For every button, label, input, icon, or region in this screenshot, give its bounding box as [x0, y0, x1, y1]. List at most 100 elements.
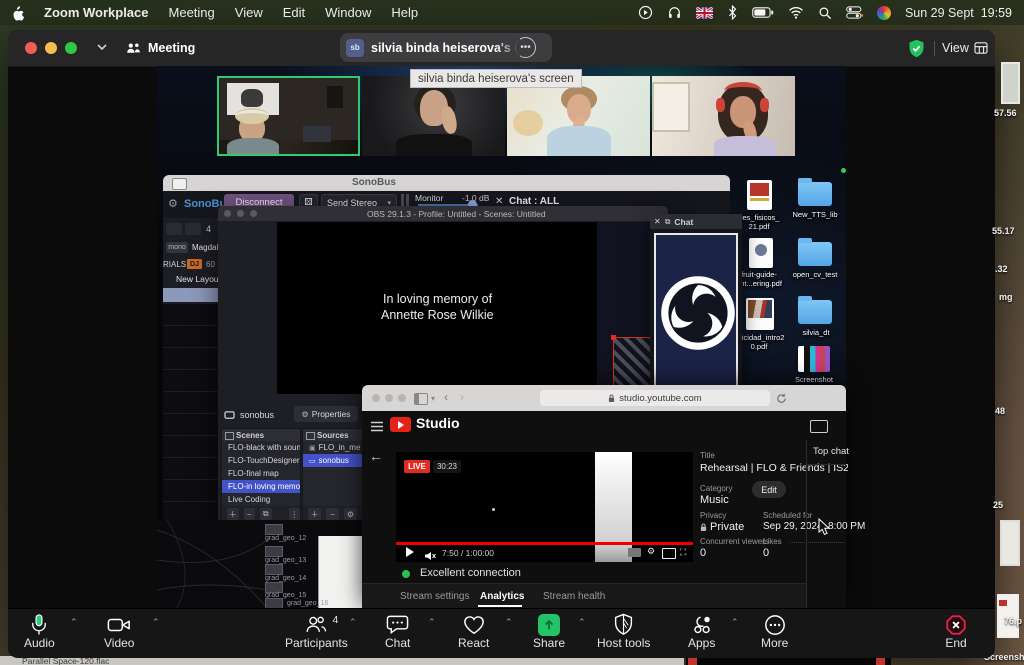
scene-item-selected[interactable]: FLO-in loving memory	[222, 480, 300, 493]
waveform-list[interactable]	[163, 304, 218, 520]
menubar-clock[interactable]: Sun 29 Sept 19:59	[905, 6, 1012, 20]
scene-item[interactable]: FLO-final map	[222, 467, 300, 480]
forward-icon[interactable]: ›	[460, 390, 464, 404]
zoom-window-button[interactable]	[250, 210, 257, 217]
menu-window[interactable]: Window	[315, 5, 381, 20]
reload-icon[interactable]	[776, 391, 787, 409]
pdf-file-icon[interactable]	[749, 238, 773, 268]
host-tools-button[interactable]: Host tools	[597, 612, 650, 650]
pdf-file-icon[interactable]	[746, 298, 774, 330]
minimize-window-button[interactable]	[385, 394, 393, 402]
zoom-window-button[interactable]	[398, 394, 406, 402]
participant-video-3[interactable]	[507, 76, 650, 156]
apple-menu[interactable]	[0, 5, 34, 21]
playback-icon[interactable]	[638, 5, 653, 20]
folder-icon[interactable]	[798, 242, 832, 266]
minimize-window-button[interactable]	[45, 42, 57, 54]
close-window-button[interactable]	[25, 42, 37, 54]
tab-stream-health[interactable]: Stream health	[543, 591, 605, 602]
menu-help[interactable]: Help	[381, 5, 428, 20]
top-chat-label[interactable]: Top chat	[813, 446, 849, 457]
uk-flag-icon[interactable]	[696, 7, 713, 19]
chevron-down-icon[interactable]: ▾	[431, 394, 435, 403]
shared-screen-pill[interactable]: sb silvia binda heiserova's scree •••	[340, 33, 552, 62]
duplicate-scene-button[interactable]: ⧉	[260, 508, 272, 520]
settings-gear-icon[interactable]: ⚙	[647, 546, 655, 557]
scene-item[interactable]: FLO-black with sound	[222, 441, 300, 454]
mute-icon[interactable]	[424, 548, 436, 566]
end-button[interactable]: End	[945, 612, 967, 650]
popout-icon[interactable]: ⧉	[665, 217, 671, 227]
folder-icon[interactable]	[798, 300, 832, 324]
react-options-caret[interactable]: ⌃	[505, 617, 513, 628]
obs-preview-canvas[interactable]: In loving memory of Annette Rose Wilkie	[277, 222, 597, 394]
video-player[interactable]: LIVE 30:23 7:50 / 1:00:00 ⚙ ⛶	[396, 452, 693, 562]
view-button[interactable]: View	[942, 41, 988, 55]
share-options-caret[interactable]: ⌃	[578, 617, 586, 628]
chat-options-caret[interactable]: ⌃	[428, 617, 436, 628]
battery-icon[interactable]	[752, 6, 774, 19]
source-settings-button[interactable]: ⚙	[344, 508, 357, 520]
video-options-caret[interactable]: ⌃	[152, 617, 160, 628]
youtube-logo[interactable]	[390, 417, 411, 432]
participants-options-caret[interactable]: ⌃	[349, 617, 357, 628]
tab-stream-settings[interactable]: Stream settings	[400, 591, 469, 602]
wifi-icon[interactable]	[788, 6, 804, 19]
sidebar-icon[interactable]	[414, 393, 428, 405]
selected-row[interactable]	[163, 288, 218, 302]
participant-video-2[interactable]	[362, 76, 505, 156]
participants-button[interactable]: 4 Participants	[285, 612, 348, 650]
scene-item[interactable]: FLO-TouchDesigner	[222, 454, 300, 467]
mono-chip[interactable]: mono	[166, 242, 188, 253]
progress-bar[interactable]	[396, 542, 693, 545]
security-shield-icon[interactable]	[906, 38, 927, 64]
menu-meeting[interactable]: Meeting	[159, 5, 225, 20]
folder-icon[interactable]	[798, 182, 832, 206]
hamburger-menu-icon[interactable]	[370, 419, 384, 437]
chat-titlebar[interactable]: ✕ ⧉ Chat	[650, 214, 742, 229]
close-icon[interactable]: ✕	[654, 217, 661, 226]
apps-options-caret[interactable]: ⌃	[731, 617, 739, 628]
audio-options-caret[interactable]: ⌃	[70, 617, 78, 628]
close-window-button[interactable]	[372, 394, 380, 402]
color-profile-icon[interactable]	[877, 6, 891, 20]
td-node[interactable]	[265, 564, 283, 575]
more-button[interactable]: More	[761, 612, 788, 650]
back-arrow-icon[interactable]: ←	[369, 448, 383, 464]
obs-source-chip[interactable]: sonobus	[224, 407, 274, 423]
video-button[interactable]: Video	[104, 612, 134, 650]
gear-icon[interactable]: ⚙	[168, 197, 178, 210]
address-bar[interactable]: studio.youtube.com	[540, 390, 770, 406]
studio-brand[interactable]: Studio	[416, 415, 460, 431]
share-button[interactable]: Share	[533, 612, 565, 650]
add-source-button[interactable]: ＋	[308, 508, 321, 520]
td-node[interactable]	[265, 524, 283, 535]
grid-layout-button[interactable]	[185, 223, 201, 235]
edit-button[interactable]: Edit	[752, 481, 786, 498]
close-window-button[interactable]	[224, 210, 231, 217]
headphones-icon[interactable]	[667, 5, 682, 20]
react-button[interactable]: React	[458, 612, 489, 650]
folder-label[interactable]: New_TTS_lib	[786, 210, 844, 219]
spotlight-icon[interactable]	[818, 6, 832, 20]
minimize-window-button[interactable]	[237, 210, 244, 217]
td-node[interactable]	[265, 546, 283, 557]
participant-video-4[interactable]	[652, 76, 795, 156]
apps-button[interactable]: Apps	[688, 612, 715, 650]
touchdesigner-network[interactable]: grad_geo_12 grad_geo_13 grad_geo_14 grad…	[157, 520, 362, 608]
back-icon[interactable]: ‹	[444, 390, 448, 404]
chat-button[interactable]: Chat	[385, 612, 410, 650]
participant-video-1[interactable]	[217, 76, 360, 156]
play-icon[interactable]	[406, 547, 414, 557]
new-layout-label[interactable]: New Layout	[176, 274, 221, 284]
menubar-app-name[interactable]: Zoom Workplace	[34, 5, 159, 20]
sonobus-titlebar[interactable]: SonoBus	[163, 175, 730, 191]
cast-icon[interactable]	[662, 548, 676, 559]
folder-label[interactable]: silvia_dt	[788, 328, 844, 337]
obs-titlebar[interactable]: OBS 29.1.3 - Profile: Untitled - Scenes:…	[218, 206, 668, 221]
scene-item[interactable]: Live Coding	[222, 493, 300, 506]
add-scene-button[interactable]: ＋	[227, 508, 239, 520]
audio-button[interactable]: Audio	[24, 612, 55, 650]
scenes-header[interactable]: Scenes	[222, 429, 300, 441]
control-center-icon[interactable]	[846, 6, 863, 19]
